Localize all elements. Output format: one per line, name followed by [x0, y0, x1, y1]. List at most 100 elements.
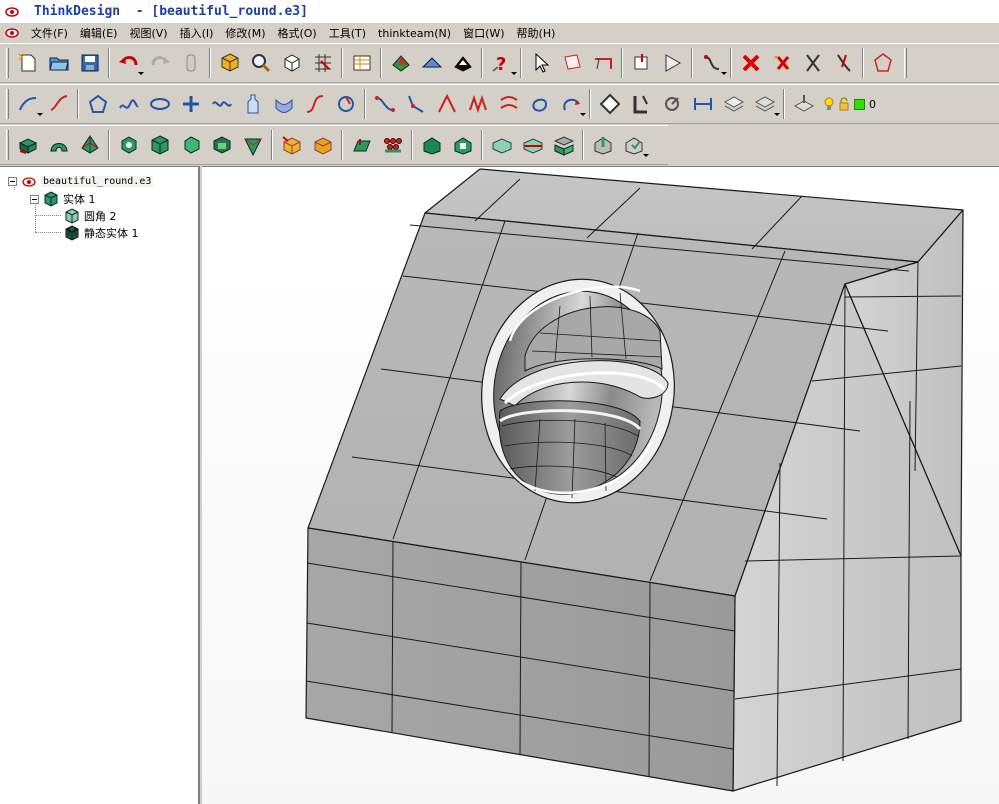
- menu-thinkteam[interactable]: thinkteam(N): [372, 27, 457, 40]
- arc-arrow-button[interactable]: [555, 88, 586, 120]
- bottle-button[interactable]: [237, 88, 268, 120]
- menu-view[interactable]: 视图(V): [123, 25, 173, 41]
- tree-node-fillet[interactable]: 圆角 2: [62, 208, 117, 224]
- help-icon: ?: [491, 54, 506, 75]
- tree-root[interactable]: beautiful_round.e3: [8, 173, 154, 189]
- sketch-curve-button[interactable]: [12, 88, 43, 120]
- view-cube-button[interactable]: [214, 47, 245, 79]
- freehand-button[interactable]: [43, 88, 74, 120]
- box-orange-button[interactable]: [307, 129, 338, 161]
- polygon-sketch-button[interactable]: [82, 88, 113, 120]
- blend-curve-button[interactable]: [299, 88, 330, 120]
- bulb-icon[interactable]: [823, 97, 835, 111]
- pad-button[interactable]: [346, 129, 377, 161]
- grid-button[interactable]: [307, 47, 338, 79]
- collapse-toggle[interactable]: [8, 176, 17, 186]
- shell-button[interactable]: [113, 129, 144, 161]
- render-button[interactable]: [416, 47, 447, 79]
- rotate-button[interactable]: [656, 88, 687, 120]
- loop-icon: [531, 98, 547, 112]
- layer-stack-button[interactable]: [718, 88, 749, 120]
- menu-edit[interactable]: 编辑(E): [74, 25, 124, 41]
- new-file-button[interactable]: [12, 47, 43, 79]
- box-yellow-button[interactable]: [276, 129, 307, 161]
- sweep-button[interactable]: [268, 88, 299, 120]
- undo-button[interactable]: [113, 47, 144, 79]
- loop-button[interactable]: [524, 88, 555, 120]
- select-edge-button[interactable]: [587, 47, 618, 79]
- vertex-curve-button[interactable]: [400, 88, 431, 120]
- arc-arrow-icon: [562, 98, 580, 111]
- block-button[interactable]: [416, 129, 447, 161]
- lock-icon[interactable]: [838, 97, 850, 111]
- cut-button[interactable]: [797, 47, 828, 79]
- boolean-button[interactable]: [206, 129, 237, 161]
- measure-button[interactable]: [587, 129, 618, 161]
- wave-button[interactable]: [206, 88, 237, 120]
- revolve-button[interactable]: [175, 129, 206, 161]
- extrude-button[interactable]: [144, 129, 175, 161]
- solid-pyramid-button[interactable]: [74, 129, 105, 161]
- plane-button[interactable]: [594, 88, 625, 120]
- layer-stack2-button[interactable]: [749, 88, 780, 120]
- trim-button[interactable]: [828, 47, 859, 79]
- dimension-button[interactable]: [687, 88, 718, 120]
- point-curve-button[interactable]: [369, 88, 400, 120]
- solid-arc-button[interactable]: [43, 129, 74, 161]
- slot-button[interactable]: [447, 129, 478, 161]
- toolbar-grip[interactable]: [904, 48, 907, 78]
- menu-tools[interactable]: 工具(T): [323, 25, 372, 41]
- redo-button[interactable]: [144, 47, 175, 79]
- table-button[interactable]: [346, 47, 377, 79]
- select-button[interactable]: [525, 47, 556, 79]
- blend-button[interactable]: [486, 129, 517, 161]
- delete-button[interactable]: [735, 47, 766, 79]
- menu-insert[interactable]: 插入(I): [174, 25, 220, 41]
- collapse-toggle[interactable]: [30, 194, 39, 204]
- zigzag-button[interactable]: [462, 88, 493, 120]
- delete-history-button[interactable]: [175, 47, 206, 79]
- split-button[interactable]: [517, 129, 548, 161]
- zoom-button[interactable]: [245, 47, 276, 79]
- spline-button[interactable]: [113, 88, 144, 120]
- ellipse-button[interactable]: [144, 88, 175, 120]
- circle-curve-button[interactable]: [330, 88, 361, 120]
- menu-window[interactable]: 窗口(W): [457, 25, 510, 41]
- menu-file[interactable]: 文件(F): [25, 25, 74, 41]
- hidden-lines-button[interactable]: [447, 47, 478, 79]
- curve-select-button[interactable]: [696, 47, 727, 79]
- document-menu-icon[interactable]: [4, 25, 20, 41]
- shape-button[interactable]: [237, 129, 268, 161]
- layer-control[interactable]: 0: [823, 97, 876, 111]
- tree-node-static-solid[interactable]: 静态实体 1: [62, 225, 139, 241]
- polygon-button[interactable]: [867, 47, 898, 79]
- title-bar[interactable]: ThinkDesign - [beautiful_round.e3]: [0, 0, 999, 23]
- toolbar-grip[interactable]: [6, 130, 9, 160]
- toolbar-grip[interactable]: [6, 89, 9, 119]
- layer-solid-button[interactable]: [548, 129, 579, 161]
- help-button[interactable]: ?: [486, 47, 517, 79]
- orient-button[interactable]: [276, 47, 307, 79]
- tree-node-solid[interactable]: 实体 1: [30, 191, 96, 207]
- cross-button[interactable]: [175, 88, 206, 120]
- pattern-button[interactable]: [377, 129, 408, 161]
- flag-button[interactable]: [657, 47, 688, 79]
- save-button[interactable]: [74, 47, 105, 79]
- solid-box-button[interactable]: [12, 129, 43, 161]
- pin-button[interactable]: [626, 47, 657, 79]
- check-button[interactable]: [618, 129, 649, 161]
- select-face-button[interactable]: [556, 47, 587, 79]
- open-button[interactable]: [43, 47, 74, 79]
- layer-manager-button[interactable]: [788, 88, 819, 120]
- 3d-viewport[interactable]: [202, 166, 999, 804]
- menu-modify[interactable]: 修改(M): [219, 25, 271, 41]
- toolbar-separator: [411, 130, 413, 160]
- menu-help[interactable]: 帮助(H): [511, 25, 562, 41]
- menu-format[interactable]: 格式(O): [271, 25, 322, 41]
- offset-button[interactable]: [493, 88, 524, 120]
- toolbar-grip[interactable]: [6, 48, 9, 78]
- angle-button[interactable]: [431, 88, 462, 120]
- delete-all-button[interactable]: [766, 47, 797, 79]
- corner-button[interactable]: [625, 88, 656, 120]
- shaded-button[interactable]: [385, 47, 416, 79]
